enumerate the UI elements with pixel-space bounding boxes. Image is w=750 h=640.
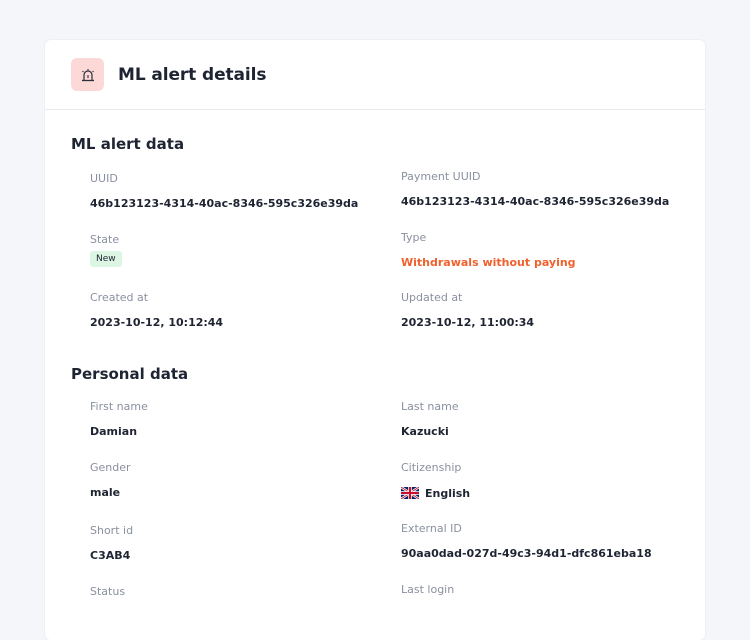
status-badge: New	[90, 251, 122, 267]
updated-at-value: 2023-10-12, 11:00:34	[401, 316, 535, 329]
last-login-field: Last login	[401, 583, 454, 596]
state-label: State	[90, 233, 120, 246]
status-label: Status	[90, 585, 126, 598]
state-field: State New	[90, 233, 122, 267]
external-id-label: External ID	[401, 522, 462, 535]
last-name-label: Last name	[401, 400, 459, 413]
short-id-value: C3AB4	[90, 549, 131, 562]
short-id-field: Short id C3AB4	[90, 524, 133, 562]
card-header: ML alert details	[45, 40, 705, 110]
updated-at-field: Updated at 2023-10-12, 11:00:34	[401, 291, 534, 329]
uuid-value: 46b123123-4314-40ac-8346-595c326e39da	[90, 197, 359, 210]
updated-at-label: Updated at	[401, 291, 463, 304]
created-at-value: 2023-10-12, 10:12:44	[90, 316, 224, 329]
citizenship-value: English	[425, 487, 471, 500]
uk-flag-icon	[400, 484, 420, 503]
first-name-value: Damian	[90, 425, 138, 438]
short-id-label: Short id	[90, 524, 134, 537]
gender-label: Gender	[90, 461, 131, 474]
type-field: Type Withdrawals without paying	[401, 231, 576, 269]
payment-uuid-field: Payment UUID 46b123123-4314-40ac-8346-59…	[401, 170, 669, 208]
citizenship-field: Citizenship English	[400, 461, 471, 503]
gender-field: Gender male	[90, 461, 131, 499]
external-id-field: External ID 90aa0dad-027d-49c3-94d1-dfc8…	[401, 522, 652, 560]
created-at-label: Created at	[90, 291, 149, 304]
gender-value: male	[90, 486, 121, 499]
citizenship-label: Citizenship	[401, 461, 462, 474]
status-field: Status	[90, 585, 125, 598]
external-id-value: 90aa0dad-027d-49c3-94d1-dfc861eba18	[401, 547, 652, 560]
created-at-field: Created at 2023-10-12, 10:12:44	[90, 291, 223, 329]
payment-uuid-label: Payment UUID	[401, 170, 481, 183]
last-name-field: Last name Kazucki	[401, 400, 459, 438]
ml-alert-details-card: ML alert details ML alert data UUID 46b1…	[45, 40, 705, 640]
last-login-label: Last login	[401, 583, 455, 596]
first-name-field: First name Damian	[90, 400, 148, 438]
uuid-label: UUID	[90, 172, 118, 185]
ml-alert-section-title: ML alert data	[71, 135, 185, 153]
alarm-siren-icon	[71, 58, 104, 91]
personal-data-section-title: Personal data	[71, 365, 189, 383]
type-label: Type	[401, 231, 427, 244]
uuid-field: UUID 46b123123-4314-40ac-8346-595c326e39…	[90, 172, 358, 210]
type-value: Withdrawals without paying	[401, 256, 576, 269]
page-title: ML alert details	[118, 64, 267, 85]
payment-uuid-value: 46b123123-4314-40ac-8346-595c326e39da	[401, 195, 670, 208]
first-name-label: First name	[90, 400, 148, 413]
last-name-value: Kazucki	[401, 425, 449, 438]
